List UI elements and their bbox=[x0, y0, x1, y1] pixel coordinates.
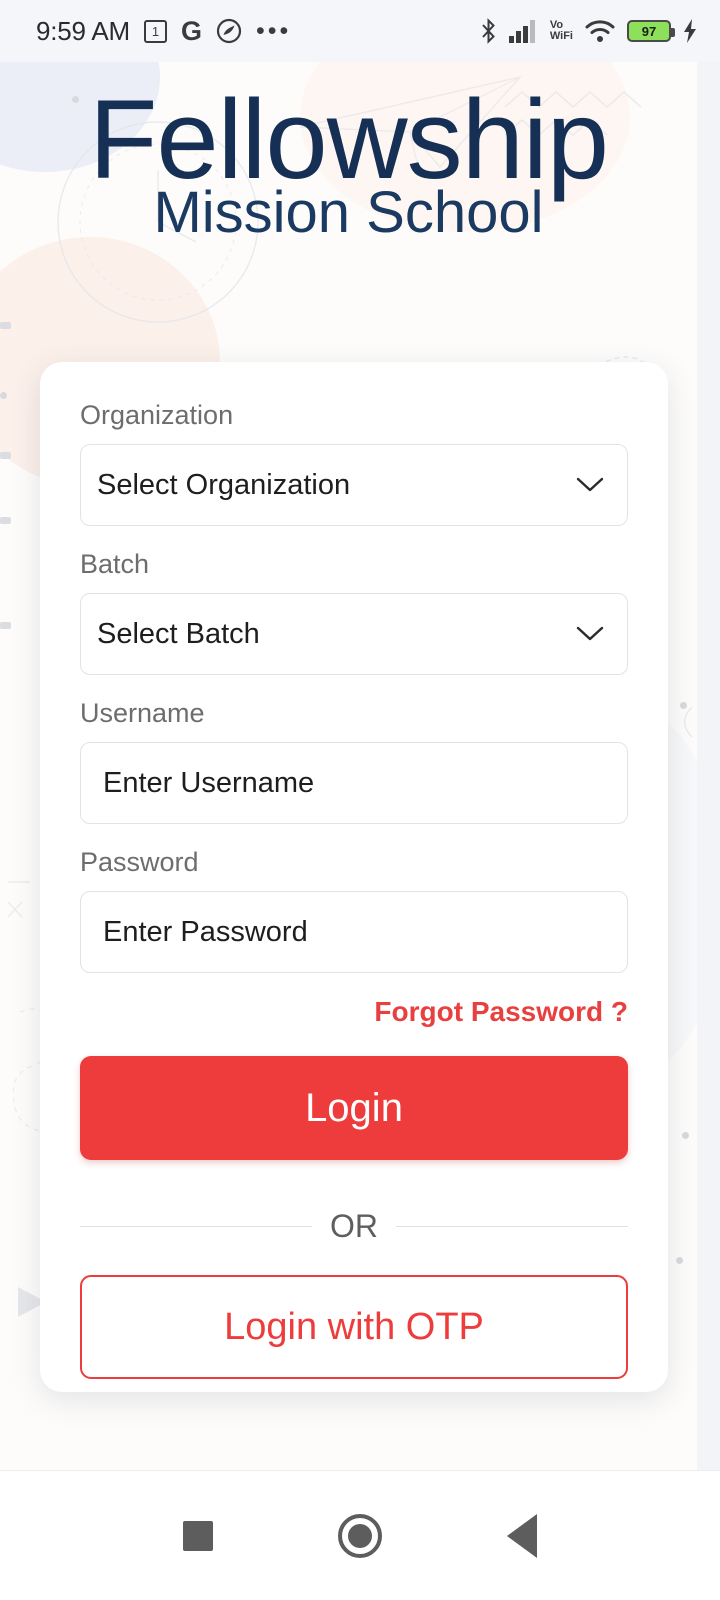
decor-tick-1 bbox=[0, 322, 11, 329]
batch-value: Select Batch bbox=[97, 617, 260, 650]
app-icon bbox=[216, 18, 242, 44]
home-circle-icon[interactable] bbox=[337, 1513, 382, 1558]
bluetooth-icon bbox=[479, 18, 498, 44]
password-field-group: Password Enter Password bbox=[80, 847, 628, 973]
google-icon: G bbox=[181, 15, 203, 46]
organization-select[interactable]: Select Organization bbox=[80, 444, 628, 526]
username-placeholder: Enter Username bbox=[103, 766, 315, 799]
organization-label: Organization bbox=[80, 400, 234, 430]
decor-tick-2 bbox=[0, 452, 11, 459]
battery-icon: 97 bbox=[627, 20, 675, 42]
decor-tick-3 bbox=[0, 517, 11, 524]
logo-title: Fellowship bbox=[88, 77, 609, 202]
vowifi-icon: Vo WiFi bbox=[550, 20, 573, 42]
login-with-otp-button[interactable]: Login with OTP bbox=[80, 1275, 628, 1379]
organization-field-group: Organization Select Organization bbox=[80, 400, 628, 526]
organization-value: Select Organization bbox=[97, 468, 351, 501]
app-logo: Fellowship Mission School bbox=[0, 62, 697, 243]
batch-label: Batch bbox=[80, 549, 150, 579]
forgot-password-link[interactable]: Forgot Password ? bbox=[374, 996, 628, 1028]
password-label: Password bbox=[80, 847, 199, 877]
status-bar: 9:59 AM 1 G ••• Vo WiFi 97 bbox=[0, 0, 720, 62]
decor-dot-5 bbox=[676, 1257, 683, 1264]
more-icon: ••• bbox=[256, 16, 292, 45]
decor-dot-2 bbox=[0, 392, 7, 399]
status-bar-right: Vo WiFi 97 bbox=[479, 18, 698, 44]
recents-square-icon[interactable] bbox=[182, 1520, 213, 1551]
battery-percent: 97 bbox=[641, 23, 657, 39]
phone-screen: 9:59 AM 1 G ••• Vo WiFi 97 Fellowship Mi… bbox=[0, 0, 720, 1600]
android-nav-bar bbox=[0, 1470, 720, 1600]
chevron-down-icon bbox=[575, 625, 605, 643]
password-input[interactable]: Enter Password bbox=[80, 891, 628, 973]
divider-label: OR bbox=[330, 1208, 378, 1244]
status-bar-left: 9:59 AM 1 G ••• bbox=[36, 16, 291, 47]
divider-line-left bbox=[80, 1225, 312, 1228]
batch-field-group: Batch Select Batch bbox=[80, 549, 628, 675]
decor-right-arc bbox=[683, 706, 693, 738]
charging-bolt-icon bbox=[682, 18, 698, 44]
username-label: Username bbox=[80, 698, 205, 728]
chevron-down-icon bbox=[575, 476, 605, 494]
status-clock: 9:59 AM bbox=[36, 15, 130, 46]
username-input[interactable]: Enter Username bbox=[80, 742, 628, 824]
password-placeholder: Enter Password bbox=[103, 915, 308, 948]
login-button[interactable]: Login bbox=[80, 1056, 628, 1160]
vowifi-line2: WiFi bbox=[549, 30, 573, 42]
or-divider: OR bbox=[80, 1208, 628, 1245]
wifi-icon bbox=[584, 18, 616, 44]
decor-dot-4 bbox=[682, 1132, 689, 1139]
divider-line-right bbox=[396, 1225, 628, 1228]
decor-tick-4 bbox=[0, 622, 11, 629]
cellular-signal-icon bbox=[508, 19, 539, 43]
back-triangle-icon[interactable] bbox=[507, 1513, 538, 1558]
screen-edge-strip bbox=[697, 62, 720, 1470]
forgot-password-row: Forgot Password ? bbox=[80, 996, 628, 1028]
username-field-group: Username Enter Username bbox=[80, 698, 628, 824]
login-card: Organization Select Organization Batch S… bbox=[40, 362, 668, 1392]
batch-select[interactable]: Select Batch bbox=[80, 593, 628, 675]
calendar-icon: 1 bbox=[144, 19, 167, 43]
